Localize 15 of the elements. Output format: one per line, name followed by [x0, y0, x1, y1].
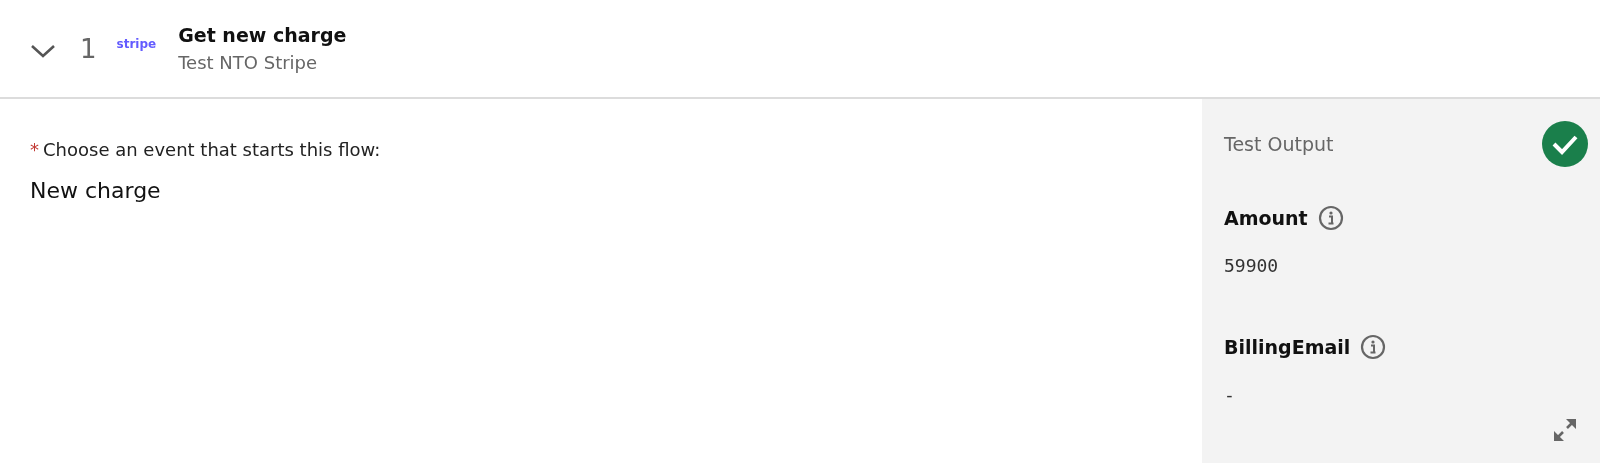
field-label: * Choose an event that starts this flow: — [30, 139, 382, 160]
output-field-value: 59900 — [1224, 255, 1280, 276]
info-icon[interactable] — [1360, 334, 1387, 360]
panel-title: Test Output — [1224, 133, 1334, 155]
info-icon[interactable] — [1317, 205, 1344, 231]
step-subtitle: Test NTO Stripe — [178, 52, 319, 73]
expand-icon[interactable] — [1552, 417, 1578, 443]
output-field-label: Amount — [1224, 207, 1308, 229]
event-value: New charge — [30, 178, 162, 203]
chevron-down-icon[interactable] — [30, 42, 56, 59]
output-field-value: - — [1224, 384, 1236, 405]
logo-text: stripe — [116, 36, 157, 51]
step-title: Get new charge — [178, 24, 347, 46]
step-number: 1 — [80, 33, 97, 64]
output-field-label: BillingEmail — [1224, 336, 1351, 358]
